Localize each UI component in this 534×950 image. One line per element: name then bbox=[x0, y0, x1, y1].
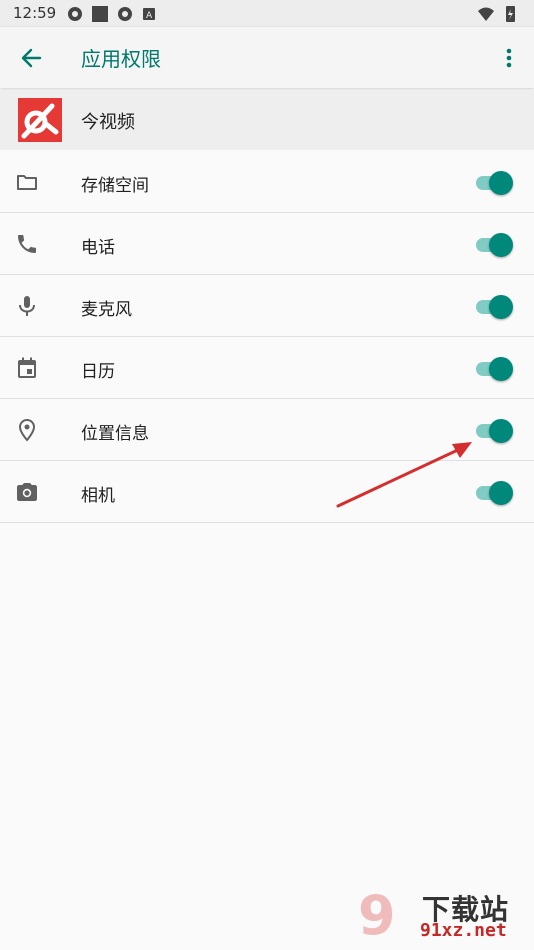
app-header: 今视频 bbox=[0, 90, 534, 150]
status-bar: 12:59 A bbox=[0, 0, 534, 27]
permission-row-phone[interactable]: 电话 bbox=[0, 213, 534, 275]
microphone-icon bbox=[19, 296, 35, 316]
phone-toggle[interactable] bbox=[474, 232, 514, 258]
app-logo bbox=[18, 98, 62, 142]
watermark: 9 下载站 91xz.net bbox=[358, 886, 528, 946]
permission-row-calendar[interactable]: 日历 bbox=[0, 337, 534, 399]
arrow-back-icon[interactable] bbox=[12, 39, 50, 77]
watermark-number: 9 bbox=[358, 884, 396, 947]
status-time: 12:59 bbox=[13, 4, 57, 22]
permission-row-microphone[interactable]: 麦克风 bbox=[0, 275, 534, 337]
permission-label: 日历 bbox=[81, 362, 115, 382]
app-name: 今视频 bbox=[81, 112, 135, 133]
folder-icon bbox=[17, 175, 37, 190]
microphone-toggle[interactable] bbox=[474, 294, 514, 320]
square-icon bbox=[92, 6, 108, 22]
location-toggle[interactable] bbox=[474, 418, 514, 444]
phone-icon bbox=[18, 235, 36, 253]
permission-label: 存储空间 bbox=[81, 176, 149, 196]
storage-toggle[interactable] bbox=[474, 170, 514, 196]
annotation-arrow bbox=[336, 442, 472, 508]
permission-label: 电话 bbox=[81, 238, 115, 258]
camera-icon bbox=[17, 483, 37, 501]
settings-gear-icon bbox=[68, 7, 82, 21]
permission-row-storage[interactable]: 存储空间 bbox=[0, 151, 534, 213]
status-system-icons bbox=[478, 6, 515, 22]
camera-toggle[interactable] bbox=[474, 480, 514, 506]
permission-label: 麦克风 bbox=[81, 300, 132, 320]
more-vert-icon[interactable] bbox=[496, 39, 522, 77]
permission-label: 相机 bbox=[81, 486, 115, 506]
svg-text:A: A bbox=[146, 11, 153, 21]
location-pin-icon bbox=[18, 418, 36, 442]
calendar-icon bbox=[18, 357, 36, 378]
calendar-toggle[interactable] bbox=[474, 356, 514, 382]
app-bar: 应用权限 bbox=[0, 27, 534, 88]
page-title: 应用权限 bbox=[81, 47, 161, 71]
status-notification-icons: A bbox=[68, 6, 155, 22]
wifi-icon bbox=[478, 7, 494, 21]
permission-label: 位置信息 bbox=[81, 424, 149, 444]
watermark-domain: 91xz.net bbox=[420, 920, 507, 941]
settings-gear-icon bbox=[118, 7, 132, 21]
